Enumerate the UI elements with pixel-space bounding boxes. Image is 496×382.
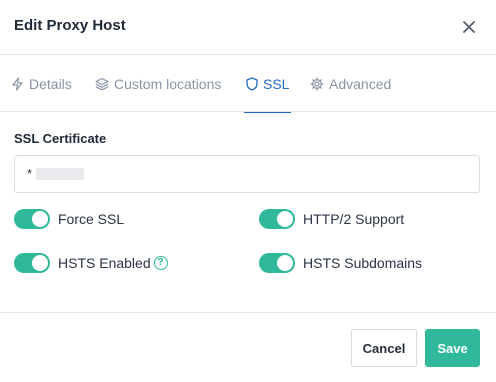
- tab-ssl[interactable]: SSL: [243, 56, 292, 113]
- hsts-subdomains-toggle[interactable]: HSTS Subdomains: [259, 253, 422, 273]
- layers-icon: [95, 77, 109, 91]
- modal-title: Edit Proxy Host: [14, 17, 126, 34]
- tab-advanced-label: Advanced: [329, 76, 392, 92]
- save-button[interactable]: Save: [425, 329, 480, 367]
- hsts-subdomains-switch[interactable]: [259, 253, 295, 273]
- tab-details[interactable]: Details: [11, 56, 72, 112]
- http2-support-toggle[interactable]: HTTP/2 Support: [259, 209, 404, 229]
- force-ssl-toggle[interactable]: Force SSL: [14, 209, 124, 229]
- tab-details-label: Details: [29, 76, 72, 92]
- http2-support-switch[interactable]: [259, 209, 295, 229]
- tab-advanced[interactable]: Advanced: [310, 56, 391, 112]
- http2-support-label: HTTP/2 Support: [303, 211, 405, 227]
- close-icon: [463, 21, 475, 33]
- shield-icon: [246, 77, 258, 91]
- tab-custom-locations[interactable]: Custom locations: [95, 56, 221, 112]
- close-button[interactable]: [458, 16, 480, 38]
- ssl-certificate-label: SSL Certificate: [14, 131, 107, 146]
- help-icon[interactable]: ?: [153, 256, 168, 270]
- force-ssl-label: Force SSL: [58, 211, 125, 227]
- hsts-subdomains-label: HSTS Subdomains: [303, 255, 423, 271]
- tab-ssl-label: SSL: [263, 76, 290, 92]
- redacted-domain: [36, 168, 84, 180]
- modal-header: Edit Proxy Host: [0, 0, 496, 55]
- hsts-enabled-label: HSTS Enabled: [58, 255, 151, 271]
- ssl-certificate-select[interactable]: *: [14, 155, 480, 193]
- hsts-enabled-switch[interactable]: [14, 253, 50, 273]
- hsts-enabled-toggle[interactable]: HSTS Enabled ?: [14, 253, 168, 273]
- ssl-certificate-value: *: [27, 166, 33, 181]
- tab-custom-locations-label: Custom locations: [114, 76, 222, 92]
- modal-footer: Cancel Save: [0, 312, 496, 382]
- cancel-button[interactable]: Cancel: [351, 329, 417, 367]
- tab-bar: Details Custom locations SSL Advanced: [0, 56, 496, 113]
- gear-icon: [310, 77, 324, 91]
- bolt-icon: [12, 77, 23, 91]
- force-ssl-switch[interactable]: [14, 209, 50, 229]
